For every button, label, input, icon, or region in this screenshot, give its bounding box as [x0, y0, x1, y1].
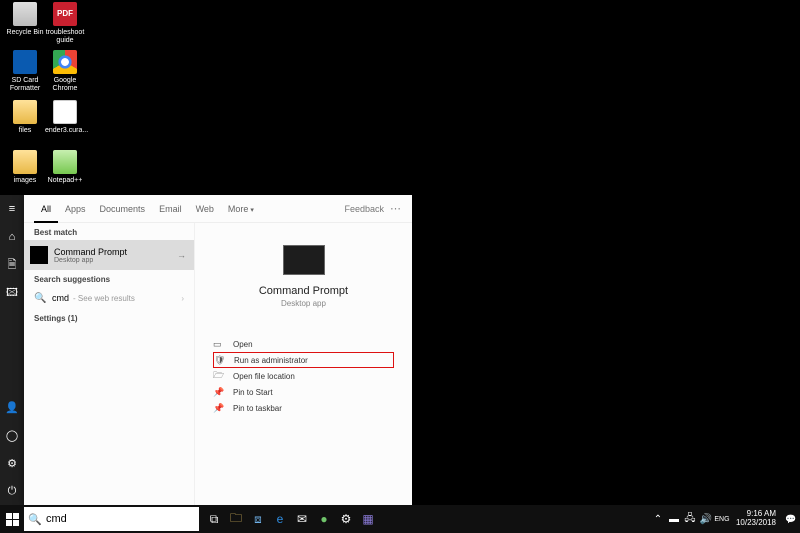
mail-icon[interactable]: ✉ — [291, 505, 313, 533]
desktop-icon-label: files — [5, 127, 45, 135]
desktop-icon[interactable]: files — [5, 100, 45, 135]
action-pin-to-taskbar[interactable]: 📌 Pin to taskbar — [213, 400, 394, 416]
desktop-icon-label: SD Card Formatter — [5, 77, 45, 92]
file-icon — [53, 100, 77, 124]
folder-icon — [13, 100, 37, 124]
tab-email[interactable]: Email — [152, 195, 189, 223]
action-label: Open file location — [233, 372, 295, 381]
results-list: Best match Command Prompt Desktop app → … — [24, 223, 194, 505]
action-label: Pin to Start — [233, 388, 273, 397]
folder-icon — [13, 150, 37, 174]
rail-ring-icon[interactable]: ◯ — [0, 421, 24, 449]
start-rail: ≡ ⌂ 🗎 🖾 👤 ◯ ⚙ ⏻ — [0, 195, 24, 505]
tab-all[interactable]: All — [34, 195, 58, 223]
desktop-icon[interactable]: images — [5, 150, 45, 185]
tray-overflow-icon[interactable]: ⌃ — [650, 505, 666, 533]
pdf-icon: PDF — [53, 2, 77, 26]
suggestion-term: cmd — [52, 293, 69, 303]
recycle-icon — [13, 2, 37, 26]
desktop-icon-label: ender3.cura... — [45, 127, 85, 135]
action-run-as-administrator[interactable]: 🛡 Run as administrator — [213, 352, 394, 368]
search-icon: 🔍 — [24, 507, 46, 531]
windows-logo-icon — [6, 513, 19, 526]
desktop-icon[interactable]: Google Chrome — [45, 50, 85, 92]
rail-menu-icon[interactable]: ≡ — [0, 195, 24, 223]
desktop-icon-label: images — [5, 177, 45, 185]
sd-icon — [13, 50, 37, 74]
desktop-icon-label: troubleshoot guide — [45, 29, 85, 44]
rail-power-icon[interactable]: ⏻ — [0, 477, 24, 505]
best-match-item[interactable]: Command Prompt Desktop app → — [24, 240, 194, 270]
teams-icon[interactable]: ▦ — [357, 505, 379, 533]
notepad-icon — [53, 150, 77, 174]
desktop-icon[interactable]: Notepad++ — [45, 150, 85, 185]
best-match-header: Best match — [24, 223, 194, 240]
task-view-icon[interactable]: ⧉ — [203, 505, 225, 533]
rail-documents-icon[interactable]: 🗎 — [0, 251, 24, 279]
store-icon[interactable]: ⧈ — [247, 505, 269, 533]
file-explorer-icon[interactable]: 🗀 — [225, 505, 247, 533]
search-panel: All Apps Documents Email Web More Feedba… — [24, 195, 412, 505]
desktop-icon-label: Google Chrome — [45, 77, 85, 92]
search-icon: 🔍 — [34, 293, 46, 304]
desktop-icon-label: Recycle Bin — [5, 29, 45, 37]
desktop-icon-label: Notepad++ — [45, 177, 85, 185]
rail-home-icon[interactable]: ⌂ — [0, 223, 24, 251]
best-match-title: Command Prompt — [54, 247, 127, 257]
tray-lang-icon[interactable]: ENG — [714, 505, 730, 533]
settings-header: Settings (1) — [24, 309, 194, 326]
result-preview: Command Prompt Desktop app ▭ Open 🛡 Run as … — [194, 223, 412, 505]
preview-thumb-icon — [283, 245, 325, 275]
desktop-icon[interactable]: ender3.cura... — [45, 100, 85, 135]
action-icon: ▭ — [213, 339, 227, 350]
action-icon: 📌 — [213, 403, 227, 414]
tray-network-icon[interactable]: 🖧 — [682, 505, 698, 533]
chevron-right-icon: › — [181, 294, 184, 303]
action-label: Run as administrator — [234, 356, 308, 365]
tab-more[interactable]: More — [221, 195, 261, 223]
action-label: Open — [233, 340, 253, 349]
rail-account-icon[interactable]: 👤 — [0, 393, 24, 421]
taskbar-search-box[interactable]: 🔍 — [24, 507, 199, 531]
action-pin-to-start[interactable]: 📌 Pin to Start — [213, 384, 394, 400]
more-options-icon[interactable]: ⋯ — [390, 202, 402, 215]
system-tray: ⌃ ▬ 🖧 🔊 ENG 9:16 AM 10/23/2018 💬 — [650, 505, 800, 533]
preview-title: Command Prompt — [195, 285, 412, 297]
app-green-icon[interactable]: ● — [313, 505, 335, 533]
desktop-icon[interactable]: Recycle Bin — [5, 2, 45, 37]
rail-settings-icon[interactable]: ⚙ — [0, 449, 24, 477]
start-button[interactable] — [0, 505, 24, 533]
desktop-icon[interactable]: PDF troubleshoot guide — [45, 2, 85, 44]
rail-pictures-icon[interactable]: 🖾 — [0, 279, 24, 307]
action-icon: 🛡 — [214, 355, 228, 366]
web-suggestion[interactable]: 🔍 cmd - See web results › — [24, 287, 194, 309]
action-center-icon[interactable]: 💬 — [782, 505, 800, 533]
edge-icon[interactable]: e — [269, 505, 291, 533]
tab-documents[interactable]: Documents — [93, 195, 153, 223]
tray-app-icon[interactable]: ▬ — [666, 505, 682, 533]
chrome-icon — [53, 50, 77, 74]
search-filter-tabs: All Apps Documents Email Web More Feedba… — [24, 195, 412, 223]
settings-icon[interactable]: ⚙ — [335, 505, 357, 533]
best-match-subtitle: Desktop app — [54, 257, 127, 264]
preview-subtitle: Desktop app — [195, 299, 412, 308]
clock-date: 10/23/2018 — [736, 519, 776, 528]
tray-volume-icon[interactable]: 🔊 — [698, 505, 714, 533]
action-open[interactable]: ▭ Open — [213, 336, 394, 352]
clock[interactable]: 9:16 AM 10/23/2018 — [730, 510, 782, 528]
cmd-thumb-icon — [30, 246, 48, 264]
suggestions-header: Search suggestions — [24, 270, 194, 287]
search-input[interactable] — [46, 507, 199, 531]
action-label: Pin to taskbar — [233, 404, 282, 413]
tab-web[interactable]: Web — [189, 195, 221, 223]
feedback-link[interactable]: Feedback — [344, 204, 384, 214]
action-open-file-location[interactable]: 🗁 Open file location — [213, 368, 394, 384]
tab-apps[interactable]: Apps — [58, 195, 93, 223]
action-icon: 📌 — [213, 387, 227, 398]
suggestion-hint: - See web results — [73, 294, 135, 303]
desktop-icon[interactable]: SD Card Formatter — [5, 50, 45, 92]
taskbar: 🔍 ⧉ 🗀 ⧈ e ✉ ● ⚙ ▦ ⌃ ▬ 🖧 🔊 ENG 9:16 AM 10… — [0, 505, 800, 533]
arrow-right-icon: → — [177, 250, 186, 260]
action-icon: 🗁 — [213, 368, 227, 384]
